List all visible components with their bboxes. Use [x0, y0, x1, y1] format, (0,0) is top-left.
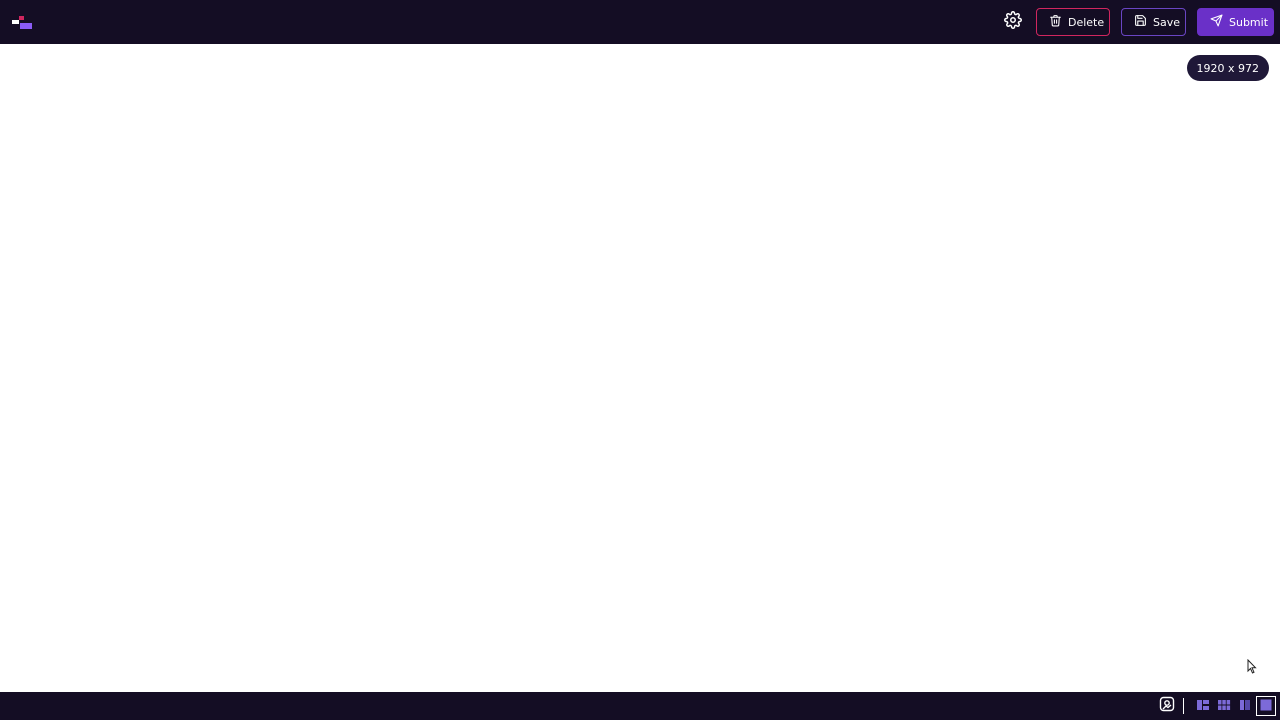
layout-split-icon — [1196, 697, 1210, 716]
screenshot-icon — [1159, 696, 1175, 716]
layout-full-icon — [1259, 697, 1273, 716]
settings-button[interactable] — [998, 7, 1028, 37]
save-button[interactable]: Save — [1121, 8, 1186, 36]
layout-split-button[interactable] — [1193, 696, 1213, 716]
layout-full-button[interactable] — [1256, 696, 1276, 716]
layout-tools — [1156, 696, 1276, 716]
submit-label: Submit — [1229, 15, 1269, 29]
layout-grid-button[interactable] — [1214, 696, 1234, 716]
send-plane-icon — [1210, 14, 1229, 30]
mouse-cursor-icon — [1247, 658, 1257, 679]
bottom-toolbar — [0, 692, 1280, 720]
canvas-size-badge: 1920 x 972 — [1186, 55, 1269, 81]
app-logo — [12, 14, 34, 32]
trash-icon — [1049, 14, 1068, 30]
delete-label: Delete — [1068, 15, 1105, 29]
toolbar-actions: Delete Save Submit — [998, 7, 1274, 37]
layout-sidebar-icon — [1238, 697, 1252, 716]
floppy-disk-icon — [1134, 14, 1153, 30]
editor-canvas[interactable]: 1920 x 972 — [0, 44, 1280, 692]
screenshot-button[interactable] — [1157, 696, 1177, 716]
delete-button[interactable]: Delete — [1036, 8, 1110, 36]
gear-icon — [1004, 11, 1022, 33]
top-toolbar: Delete Save Submit — [0, 0, 1280, 44]
layout-sidebar-button[interactable] — [1235, 696, 1255, 716]
submit-button[interactable]: Submit — [1197, 8, 1274, 36]
layout-grid-icon — [1217, 697, 1231, 716]
toolbar-divider — [1183, 698, 1184, 714]
save-label: Save — [1153, 15, 1181, 29]
